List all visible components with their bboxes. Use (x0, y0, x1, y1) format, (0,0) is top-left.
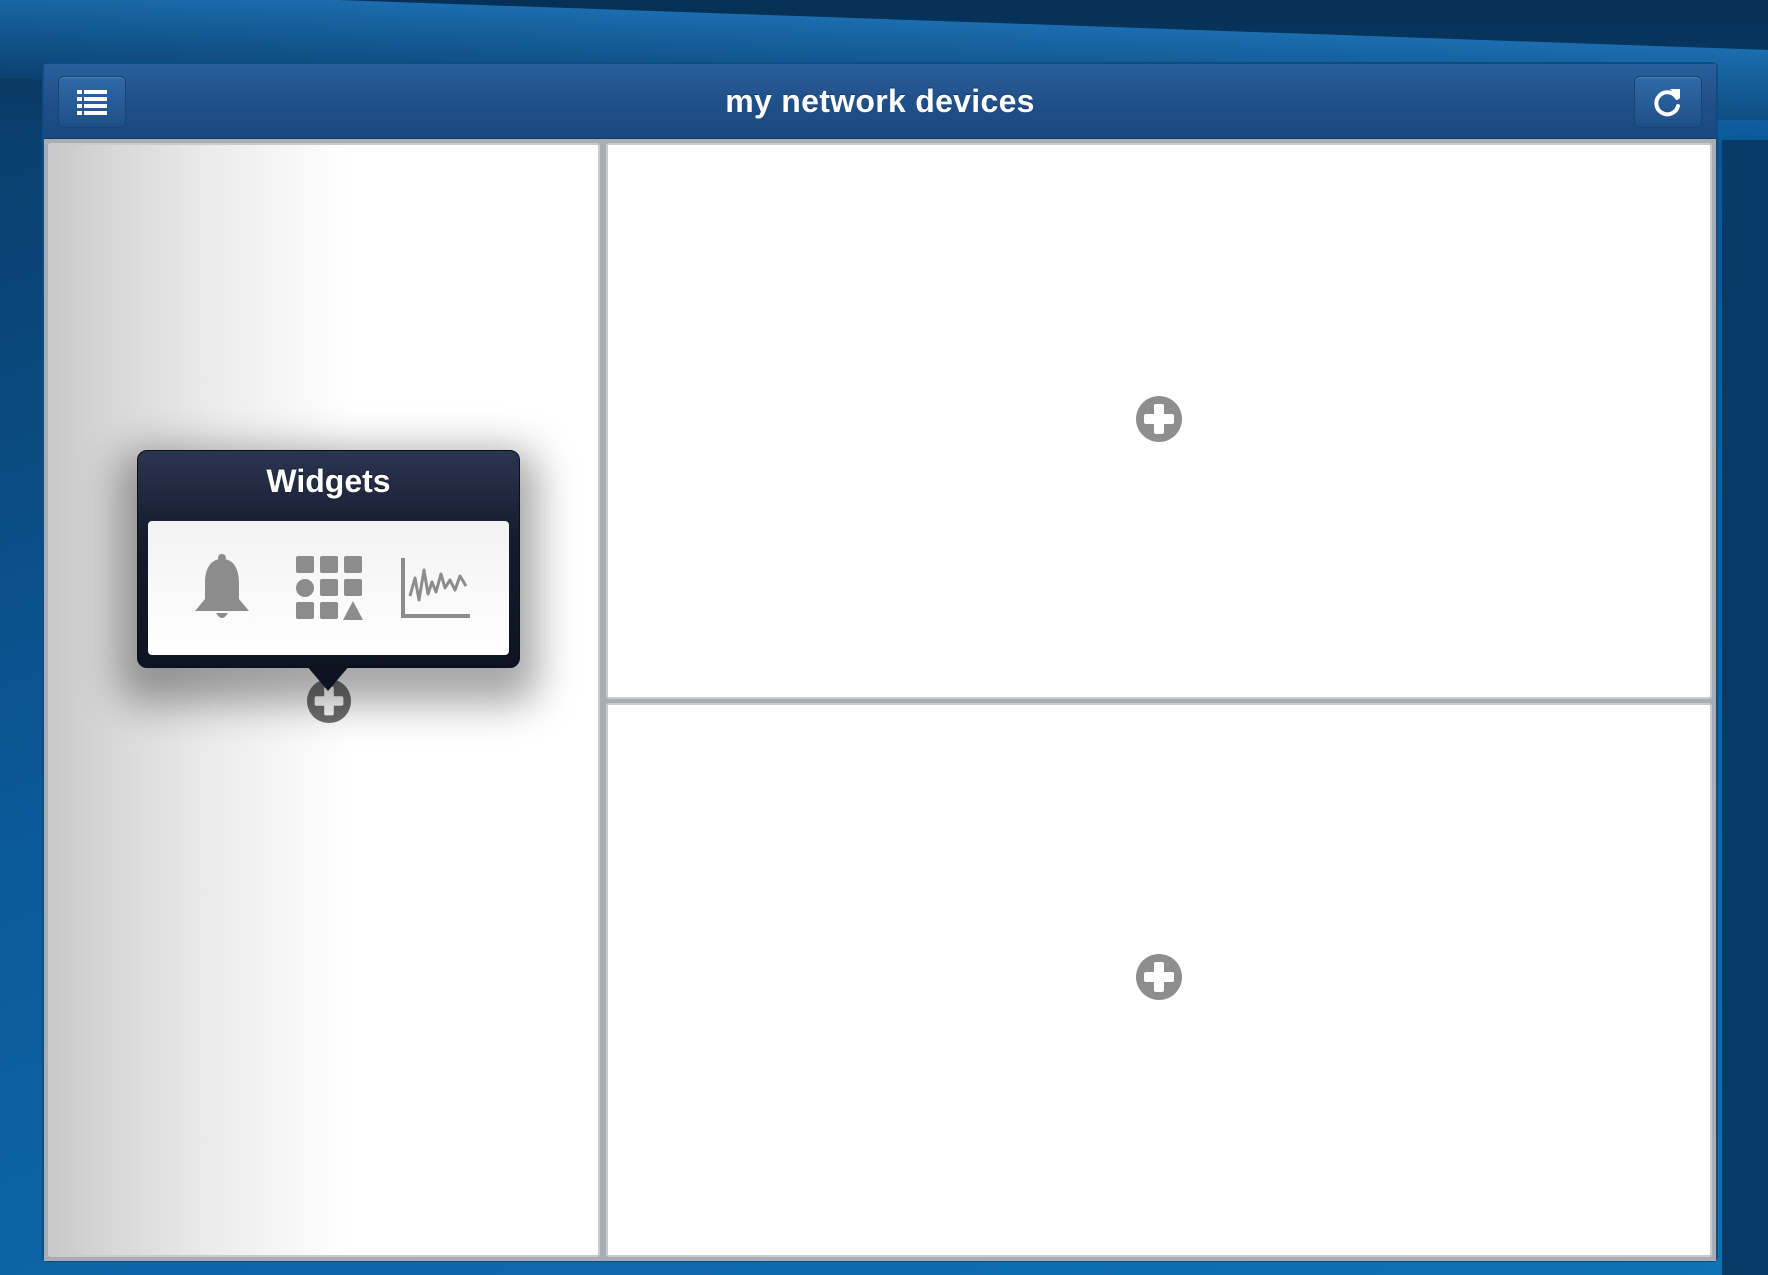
alerts-widget-option[interactable] (182, 548, 262, 628)
chart-widget-option[interactable] (396, 548, 476, 628)
popover-arrow (306, 665, 350, 691)
navigation-bar: my network devices (44, 64, 1716, 139)
page-title: my network devices (725, 83, 1035, 119)
widgets-popover: Widgets (137, 450, 520, 668)
widget-options (148, 521, 509, 655)
refresh-icon (1654, 89, 1680, 117)
dashboard-content (44, 139, 1716, 1261)
popover-title: Widgets (266, 463, 391, 499)
refresh-button[interactable] (1634, 76, 1702, 128)
widget-panel-top-right[interactable] (606, 143, 1712, 699)
add-circle-icon[interactable] (1135, 395, 1183, 443)
widget-panel-bottom-right[interactable] (606, 703, 1712, 1257)
bell-icon (194, 554, 249, 618)
chart-icon (400, 558, 470, 618)
app-screen: my network devices Widgets (0, 0, 1768, 1275)
background-right-band (1722, 140, 1768, 1275)
devices-widget-option[interactable] (289, 548, 369, 628)
grid-icon (295, 556, 363, 620)
add-circle-icon[interactable] (1135, 953, 1183, 1001)
